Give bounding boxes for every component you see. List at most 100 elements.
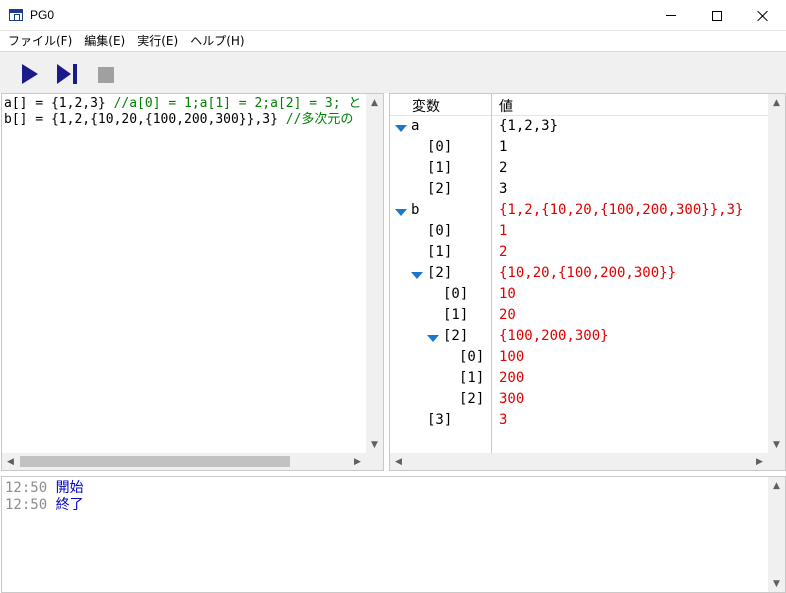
tree-row[interactable]: [2] {100,200,300} xyxy=(390,326,768,347)
variable-name: b xyxy=(411,202,420,218)
scroll-right-icon[interactable]: ▶ xyxy=(751,453,768,470)
step-button[interactable] xyxy=(55,62,79,86)
window-title: PG0 xyxy=(30,8,55,22)
tree-row[interactable]: [2] 300 xyxy=(390,389,768,410)
menu-edit[interactable]: 編集(E) xyxy=(78,31,131,51)
code-line: b[] = {1,2,{10,20,{100,200,300}},3} //多次… xyxy=(4,112,354,127)
variable-name: [3] xyxy=(427,412,453,428)
tree-row[interactable]: [0] 1 xyxy=(390,137,768,158)
play-icon xyxy=(22,64,38,84)
variables-horizontal-scrollbar[interactable]: ◀ ▶ xyxy=(390,453,768,470)
scroll-corner xyxy=(366,453,383,470)
console-log[interactable]: 12:50 開始 12:50 終了 ▲ ▼ xyxy=(1,476,786,593)
variable-value: 100 xyxy=(499,349,525,365)
tree-row[interactable]: [0] 100 xyxy=(390,347,768,368)
scroll-up-icon[interactable]: ▲ xyxy=(366,94,383,111)
variable-value: 20 xyxy=(499,307,516,323)
close-icon xyxy=(757,10,769,22)
editor-vertical-scrollbar[interactable]: ▲ ▼ xyxy=(366,94,383,453)
expanded-arrow-icon[interactable] xyxy=(395,209,407,216)
editor-scroll-thumb[interactable] xyxy=(20,456,290,467)
run-button[interactable] xyxy=(18,62,42,86)
scroll-right-icon[interactable]: ▶ xyxy=(349,453,366,470)
tree-row[interactable]: a {1,2,3} xyxy=(390,116,768,137)
variable-name: [1] xyxy=(443,307,469,323)
variable-name: [0] xyxy=(427,139,453,155)
column-header-value[interactable]: 値 xyxy=(499,96,513,116)
close-button[interactable] xyxy=(740,0,786,31)
variable-value: 300 xyxy=(499,391,525,407)
tree-row[interactable]: [2] 3 xyxy=(390,179,768,200)
menu-file[interactable]: ファイル(F) xyxy=(2,31,78,51)
scroll-down-icon[interactable]: ▼ xyxy=(366,436,383,453)
variable-value: {10,20,{100,200,300}} xyxy=(499,265,677,281)
variable-value: 1 xyxy=(499,223,508,239)
variable-name: [2] xyxy=(427,181,453,197)
log-time: 12:50 xyxy=(5,497,48,513)
variable-name: [0] xyxy=(459,349,485,365)
variable-value: {1,2,{10,20,{100,200,300}},3} xyxy=(499,202,744,218)
variable-value: {100,200,300} xyxy=(499,328,609,344)
log-message: 開始 xyxy=(55,480,84,496)
variable-name: [0] xyxy=(427,223,453,239)
log-time: 12:50 xyxy=(5,480,48,496)
menu-run[interactable]: 実行(E) xyxy=(131,31,184,51)
toolbar xyxy=(0,51,786,93)
variable-name: [1] xyxy=(427,160,453,176)
variable-name: [2] xyxy=(427,265,453,281)
tree-row[interactable]: [1] 2 xyxy=(390,158,768,179)
maximize-button[interactable] xyxy=(694,0,740,31)
column-header-name[interactable]: 変数 xyxy=(412,96,440,116)
tree-row[interactable]: [3] 3 xyxy=(390,410,768,431)
log-message: 終了 xyxy=(55,497,84,513)
scroll-up-icon[interactable]: ▲ xyxy=(768,94,785,111)
scroll-down-icon[interactable]: ▼ xyxy=(768,575,785,592)
scroll-left-icon[interactable]: ◀ xyxy=(2,453,19,470)
title-bar[interactable]: PG0 xyxy=(0,0,786,31)
variable-value: 2 xyxy=(499,244,508,260)
variable-value: 1 xyxy=(499,139,508,155)
expanded-arrow-icon[interactable] xyxy=(395,125,407,132)
log-line: 12:50 開始 xyxy=(5,480,84,497)
expanded-arrow-icon[interactable] xyxy=(427,335,439,342)
editor-horizontal-scrollbar[interactable]: ◀ ▶ xyxy=(2,453,366,470)
menu-help[interactable]: ヘルプ(H) xyxy=(184,31,250,51)
variable-value: 2 xyxy=(499,160,508,176)
variable-value: 10 xyxy=(499,286,516,302)
variable-value: 3 xyxy=(499,181,508,197)
console-vertical-scrollbar[interactable]: ▲ ▼ xyxy=(768,477,785,592)
tree-row[interactable]: [1] 2 xyxy=(390,242,768,263)
code-line: a[] = {1,2,3} //a[0] = 1;a[1] = 2;a[2] =… xyxy=(4,96,362,111)
tree-row[interactable]: [0] 1 xyxy=(390,221,768,242)
source-editor[interactable]: a[] = {1,2,3} //a[0] = 1;a[1] = 2;a[2] =… xyxy=(1,93,384,471)
scroll-corner xyxy=(768,453,785,470)
step-forward-icon xyxy=(57,64,77,84)
log-line: 12:50 終了 xyxy=(5,497,84,514)
tree-row[interactable]: [1] 20 xyxy=(390,305,768,326)
variables-vertical-scrollbar[interactable]: ▲ ▼ xyxy=(768,94,785,453)
tree-row[interactable]: b {1,2,{10,20,{100,200,300}},3} xyxy=(390,200,768,221)
variable-value: 3 xyxy=(499,412,508,428)
variable-header: 変数 値 xyxy=(390,94,768,116)
code-comment: //多次元の xyxy=(285,112,354,127)
variable-name: a xyxy=(411,118,420,134)
variable-value: 200 xyxy=(499,370,525,386)
variable-value: {1,2,3} xyxy=(499,118,559,134)
scroll-left-icon[interactable]: ◀ xyxy=(390,453,407,470)
expanded-arrow-icon[interactable] xyxy=(411,272,423,279)
maximize-icon xyxy=(712,10,722,21)
variable-name: [2] xyxy=(459,391,485,407)
minimize-button[interactable] xyxy=(648,0,694,31)
scroll-down-icon[interactable]: ▼ xyxy=(768,436,785,453)
menu-bar: ファイル(F) 編集(E) 実行(E) ヘルプ(H) xyxy=(0,31,786,51)
variable-tree[interactable]: 変数 値 a {1,2,3} [0] 1 [1] 2 [2] 3 b {1,2,… xyxy=(389,93,786,471)
stop-button[interactable] xyxy=(94,62,118,86)
scroll-up-icon[interactable]: ▲ xyxy=(768,477,785,494)
tree-row[interactable]: [0] 10 xyxy=(390,284,768,305)
tree-row[interactable]: [1] 200 xyxy=(390,368,768,389)
minimize-icon xyxy=(666,15,676,16)
tree-row[interactable]: [2] {10,20,{100,200,300}} xyxy=(390,263,768,284)
code-comment: //a[0] = 1;a[1] = 2;a[2] = 3; と xyxy=(113,96,362,111)
app-icon xyxy=(9,9,23,21)
variable-name: [0] xyxy=(443,286,469,302)
